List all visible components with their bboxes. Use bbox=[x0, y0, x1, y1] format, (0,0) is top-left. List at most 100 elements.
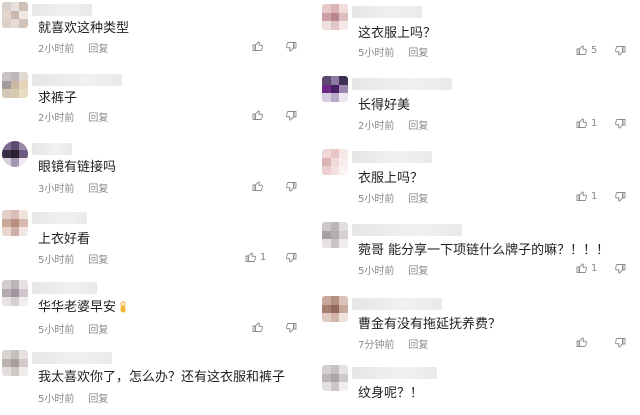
comment-text: 上衣好看 bbox=[38, 232, 91, 247]
avatar-pixel bbox=[2, 227, 11, 236]
thumbs-down-icon[interactable] bbox=[614, 263, 626, 275]
username-blurred[interactable] bbox=[32, 4, 92, 16]
avatar-pixel bbox=[2, 2, 11, 11]
thumbs-down-icon[interactable] bbox=[614, 118, 626, 130]
reply-button[interactable]: 回复 bbox=[408, 121, 428, 132]
reply-button[interactable]: 回复 bbox=[88, 325, 108, 336]
like-button[interactable]: 1 bbox=[245, 251, 266, 263]
avatar-pixel bbox=[2, 72, 11, 81]
username-blurred[interactable] bbox=[32, 352, 112, 364]
username-blurred[interactable] bbox=[352, 367, 437, 379]
username-blurred[interactable] bbox=[352, 78, 452, 90]
reply-button[interactable]: 回复 bbox=[88, 113, 108, 124]
comment-text: 衣服上吗？ bbox=[358, 171, 424, 186]
thumbs-down-icon[interactable] bbox=[614, 337, 626, 349]
avatar-pixel bbox=[2, 141, 11, 150]
avatar-pixel bbox=[10, 2, 20, 11]
avatar-pixel bbox=[330, 76, 340, 85]
avatar-pixel bbox=[19, 10, 28, 20]
reply-button[interactable]: 回复 bbox=[408, 340, 428, 351]
reply-button[interactable]: 回复 bbox=[88, 394, 108, 405]
avatar[interactable] bbox=[322, 296, 348, 322]
thumbs-down-icon[interactable] bbox=[614, 45, 626, 57]
avatar[interactable] bbox=[322, 4, 348, 30]
avatar[interactable] bbox=[2, 2, 28, 28]
like-button[interactable] bbox=[252, 40, 267, 52]
reply-button[interactable]: 回复 bbox=[88, 255, 108, 266]
thumbs-up-icon bbox=[252, 110, 263, 120]
avatar-pixel bbox=[330, 12, 340, 22]
thumbs-down-icon[interactable] bbox=[285, 110, 297, 122]
avatar-pixel bbox=[2, 358, 11, 368]
avatar-pixel bbox=[2, 89, 11, 98]
like-button[interactable]: 1 bbox=[576, 190, 597, 202]
left-comment-column: 就喜欢这种类型 2小时前 回复 求裤子 2小时前 回复 眼镜有链接吗 3小时前 回复 … bbox=[0, 0, 320, 415]
comment-time: 2小时前 bbox=[358, 121, 395, 132]
avatar-pixel bbox=[19, 158, 28, 167]
avatar-pixel bbox=[330, 84, 340, 94]
avatar-pixel bbox=[19, 358, 28, 368]
avatar-pixel bbox=[10, 19, 20, 28]
avatar-pixel bbox=[322, 313, 331, 322]
avatar-pixel bbox=[339, 93, 348, 102]
avatar-pixel bbox=[19, 149, 28, 159]
username-blurred[interactable] bbox=[32, 212, 87, 224]
like-button[interactable] bbox=[576, 336, 591, 348]
comment-meta: 2小时前 回复 bbox=[38, 109, 108, 124]
like-button[interactable]: 5 bbox=[576, 44, 597, 56]
reply-button[interactable]: 回复 bbox=[88, 184, 108, 195]
like-count: 1 bbox=[591, 262, 598, 274]
avatar-pixel bbox=[19, 367, 28, 376]
thumbs-down-icon[interactable] bbox=[614, 191, 626, 203]
like-button[interactable] bbox=[252, 180, 267, 192]
avatar-pixel bbox=[322, 4, 331, 13]
comment-text: 菀哥 能分享一下项链什么牌子的嘛？！！！ bbox=[358, 243, 610, 258]
avatar-pixel bbox=[19, 288, 28, 298]
comment-time: 7分钟前 bbox=[358, 340, 395, 351]
username-blurred[interactable] bbox=[352, 6, 422, 18]
thumbs-down-icon[interactable] bbox=[285, 252, 297, 264]
avatar-pixel bbox=[2, 80, 11, 90]
like-button[interactable] bbox=[252, 109, 267, 121]
thumbs-up-icon bbox=[576, 45, 587, 55]
avatar[interactable] bbox=[322, 76, 348, 102]
avatar-pixel bbox=[10, 80, 20, 90]
avatar-pixel bbox=[339, 222, 348, 231]
avatar[interactable] bbox=[2, 350, 28, 376]
avatar-pixel bbox=[339, 12, 348, 22]
avatar[interactable] bbox=[2, 210, 28, 236]
avatar-pixel bbox=[2, 297, 11, 306]
reply-button[interactable]: 回复 bbox=[408, 48, 428, 59]
thumbs-down-icon[interactable] bbox=[285, 181, 297, 193]
username-blurred[interactable] bbox=[32, 282, 97, 294]
avatar[interactable] bbox=[2, 141, 28, 167]
reply-button[interactable]: 回复 bbox=[88, 44, 108, 55]
username-blurred[interactable] bbox=[352, 224, 462, 236]
like-button[interactable]: 1 bbox=[576, 117, 597, 129]
username-blurred[interactable] bbox=[352, 298, 442, 310]
like-button[interactable]: 1 bbox=[576, 262, 597, 274]
avatar-pixel bbox=[2, 10, 11, 20]
avatar-pixel bbox=[19, 227, 28, 236]
like-button[interactable] bbox=[252, 321, 267, 333]
avatar[interactable] bbox=[2, 72, 28, 98]
avatar[interactable] bbox=[2, 280, 28, 306]
thumbs-down-icon[interactable] bbox=[285, 322, 297, 334]
avatar-pixel bbox=[330, 373, 340, 383]
username-blurred[interactable] bbox=[32, 74, 122, 86]
reply-button[interactable]: 回复 bbox=[408, 266, 428, 277]
comment-text: 我太喜欢你了，怎么办？还有这衣服和裤子 bbox=[38, 370, 286, 385]
avatar[interactable] bbox=[322, 149, 348, 175]
avatar-pixel bbox=[2, 218, 11, 228]
username-blurred[interactable] bbox=[32, 143, 72, 155]
avatar[interactable] bbox=[322, 365, 348, 391]
avatar-pixel bbox=[322, 365, 331, 374]
username-blurred[interactable] bbox=[352, 151, 432, 163]
avatar-pixel bbox=[10, 149, 20, 159]
avatar[interactable] bbox=[322, 222, 348, 248]
comment-meta: 5小时前 回复 bbox=[38, 390, 108, 405]
reply-button[interactable]: 回复 bbox=[408, 194, 428, 205]
comment-text: 这衣服上吗？ bbox=[358, 26, 437, 41]
avatar-pixel bbox=[330, 230, 340, 240]
thumbs-down-icon[interactable] bbox=[285, 41, 297, 53]
